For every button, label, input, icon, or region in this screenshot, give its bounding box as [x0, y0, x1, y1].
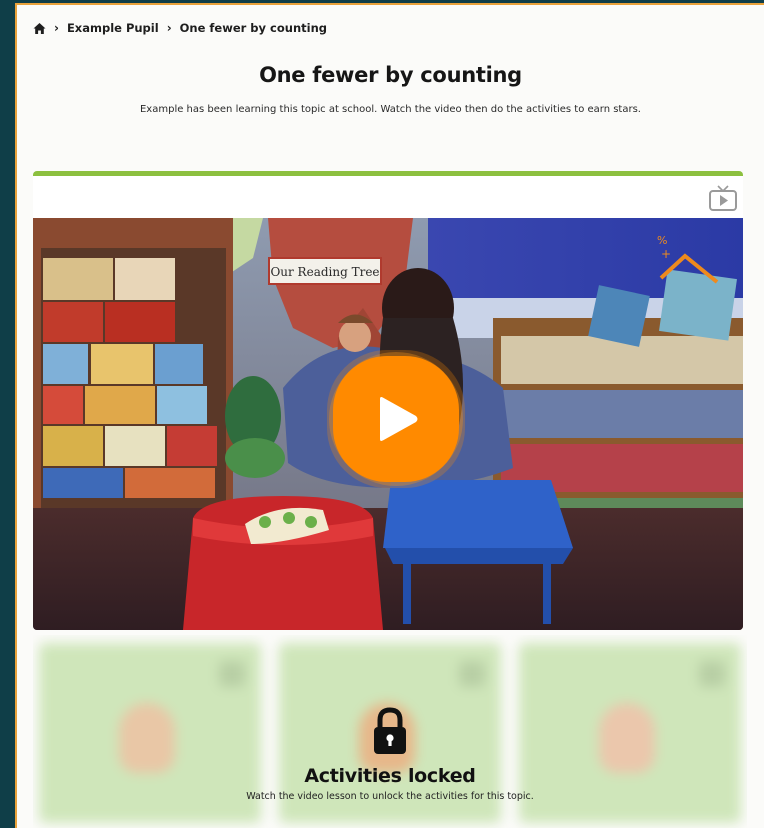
video-card: Our Reading Tree % +	[33, 171, 743, 630]
page-frame: › Example Pupil › One fewer by counting …	[15, 3, 764, 828]
breadcrumb-separator: ›	[54, 21, 59, 35]
breadcrumb: › Example Pupil › One fewer by counting	[33, 21, 327, 35]
breadcrumb-current-topic: One fewer by counting	[179, 21, 327, 35]
tv-play-icon[interactable]	[708, 184, 738, 212]
page-title: One fewer by counting	[259, 63, 522, 87]
breadcrumb-pupil-link[interactable]: Example Pupil	[67, 21, 159, 35]
activities-locked-text: Watch the video lesson to unlock the act…	[246, 791, 534, 802]
activities-section: Activities locked Watch the video lesson…	[33, 635, 747, 828]
poster-sign-text: Our Reading Tree	[270, 265, 379, 279]
play-button[interactable]	[333, 356, 459, 482]
home-icon[interactable]	[33, 22, 46, 35]
play-icon	[380, 397, 418, 441]
activities-locked-overlay: Activities locked Watch the video lesson…	[33, 707, 747, 802]
svg-text:%: %	[657, 234, 667, 247]
lock-icon	[371, 707, 409, 755]
video-player[interactable]: Our Reading Tree % +	[33, 218, 743, 630]
svg-text:+: +	[661, 247, 671, 261]
breadcrumb-separator: ›	[166, 21, 172, 35]
page-subtitle: Example has been learning this topic at …	[139, 104, 641, 115]
activities-locked-title: Activities locked	[304, 765, 476, 787]
